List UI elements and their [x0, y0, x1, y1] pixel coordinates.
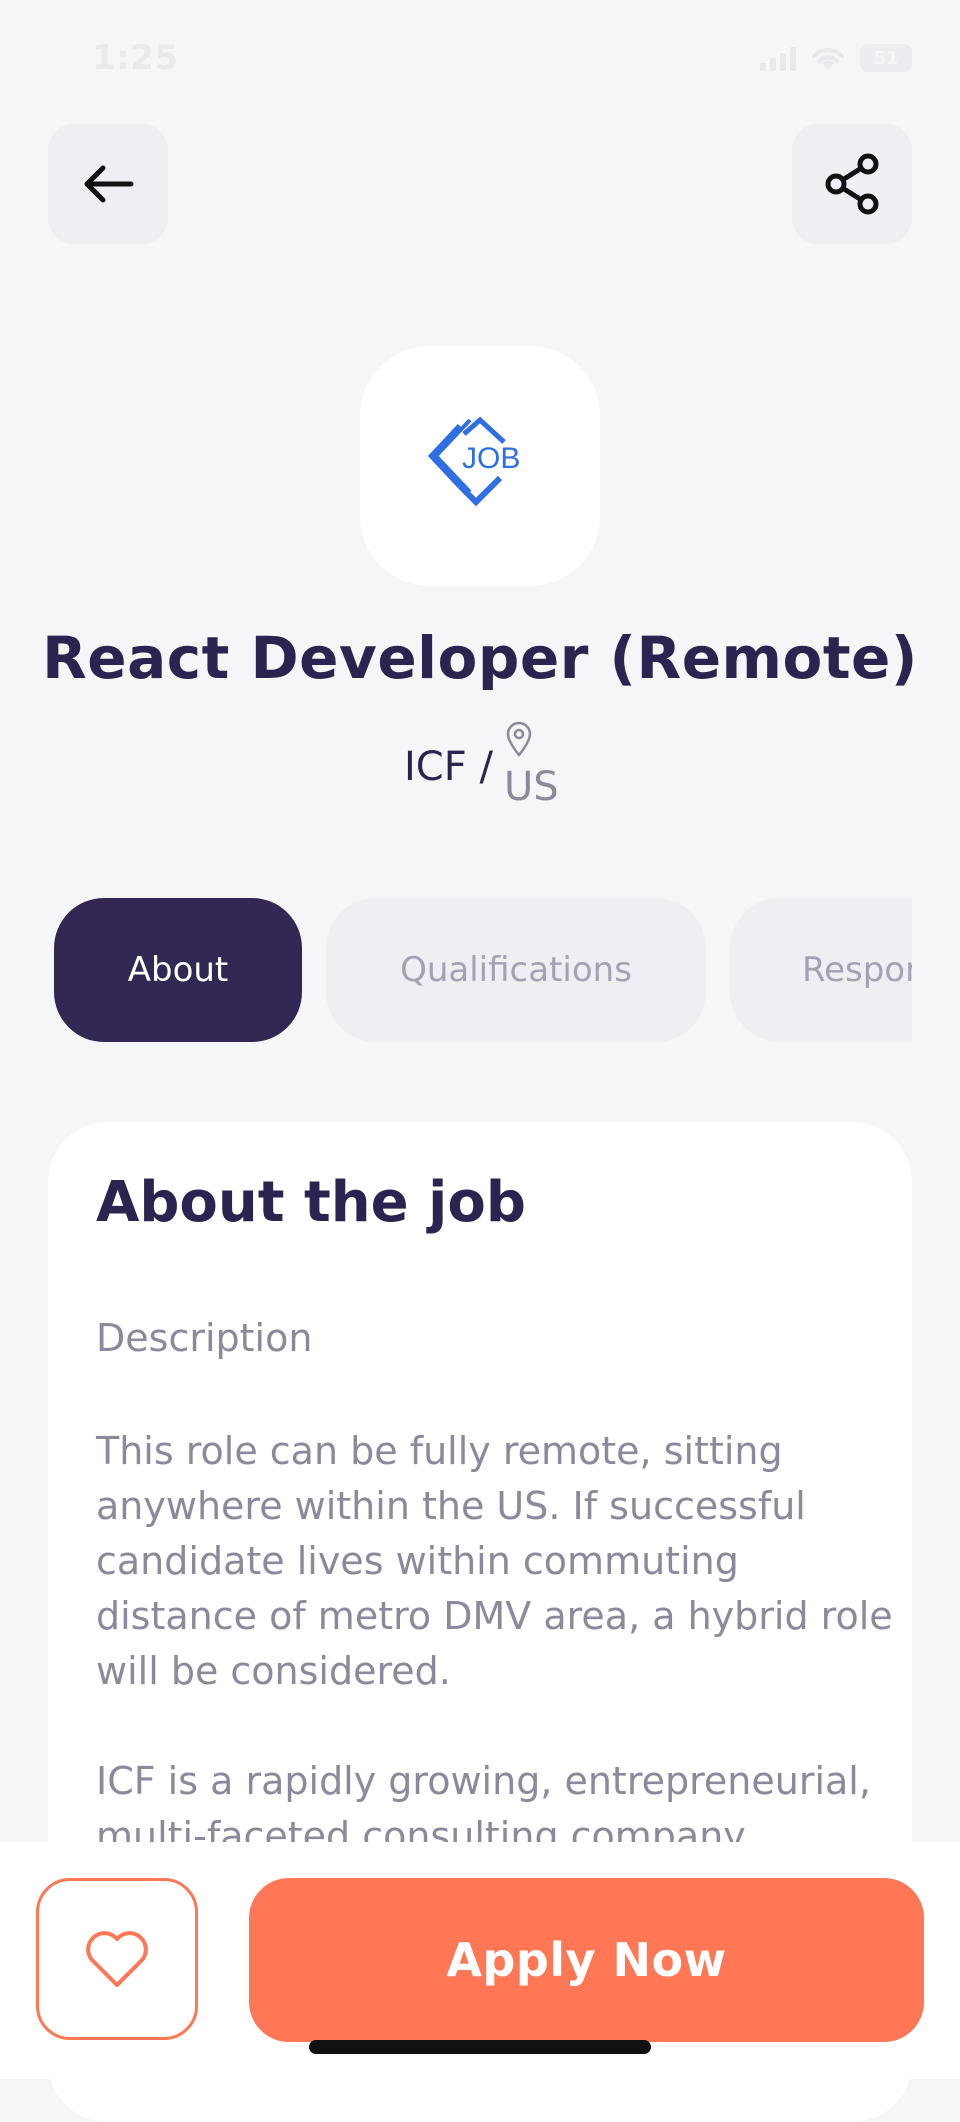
company-logo: JOB: [360, 346, 600, 586]
arrow-left-icon: [84, 165, 134, 203]
tab-about[interactable]: About: [54, 898, 302, 1042]
job-title: React Developer (Remote): [42, 624, 918, 692]
about-heading: About the job: [96, 1170, 526, 1235]
share-icon: [825, 153, 879, 215]
status-icons: 51: [760, 44, 912, 72]
job-details-screen: 1:25 51 JOB React Developer (Remote) ICF…: [0, 0, 960, 2122]
status-time: 1:25: [92, 38, 179, 78]
wifi-icon: [812, 48, 844, 70]
heart-icon: [86, 1931, 148, 1987]
job-location: US: [504, 764, 559, 810]
home-indicator: [309, 2040, 651, 2054]
company-logo-mark: JOB: [427, 416, 520, 507]
battery-indicator: 51: [860, 44, 912, 72]
description-label: Description: [96, 1316, 313, 1360]
signal-icon: [760, 45, 796, 71]
apply-now-button[interactable]: Apply Now: [249, 1878, 924, 2042]
description-text: This role can be fully remote, sitting a…: [96, 1429, 893, 1858]
status-bar: 1:25 51: [0, 38, 960, 88]
back-button[interactable]: [48, 124, 168, 244]
tab-responsibilities[interactable]: Responsibilities: [730, 898, 912, 1042]
tab-qualifications[interactable]: Qualifications: [326, 898, 706, 1042]
logo-text: JOB: [462, 442, 520, 475]
share-button[interactable]: [792, 124, 912, 244]
company-name: ICF /: [404, 744, 493, 790]
location-pin-icon: [506, 721, 532, 757]
tab-bar: About Qualifications Responsibilities: [54, 898, 912, 1042]
favorite-button[interactable]: [36, 1878, 198, 2040]
